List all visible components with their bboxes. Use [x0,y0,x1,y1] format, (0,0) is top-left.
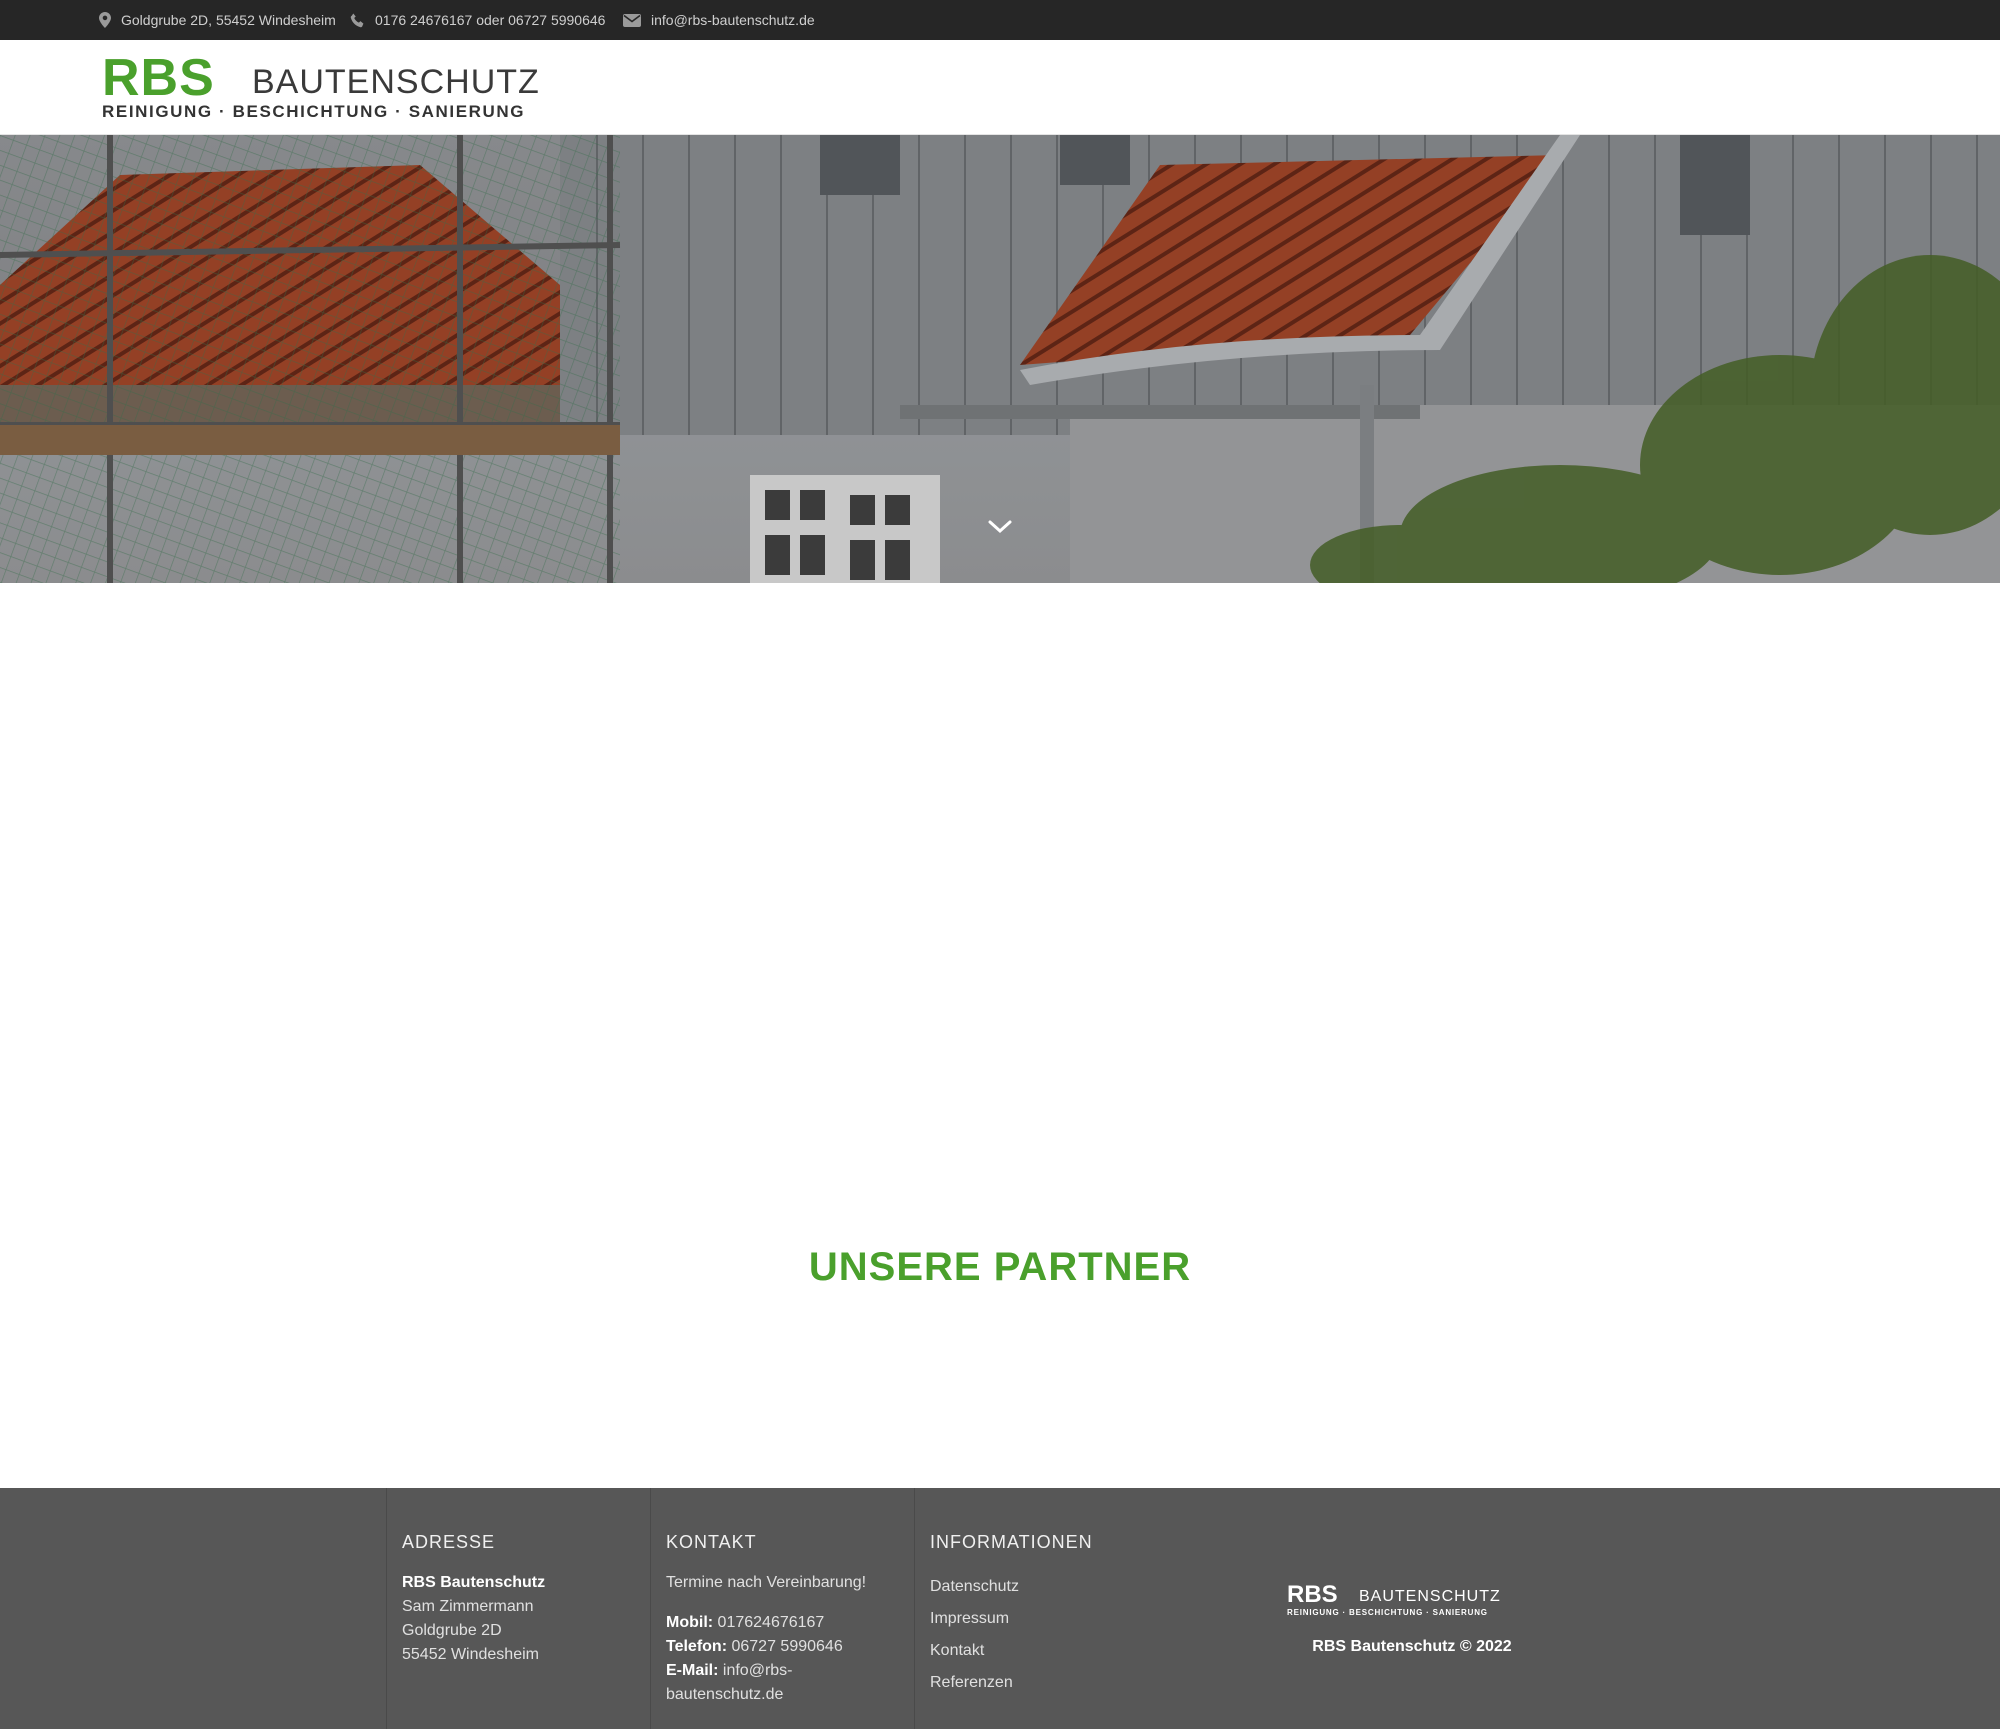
footer-logo-brand: RBS [1287,1581,1338,1608]
footer-mobile-value[interactable]: 017624676167 [718,1614,825,1631]
footer-phone-label: Telefon: [666,1638,728,1655]
footer-appointment-note: Termine nach Vereinbarung! [666,1574,867,1591]
envelope-icon [623,13,641,27]
site-footer: ADRESSE RBS Bautenschutz Sam Zimmermann … [0,1488,2000,1729]
chevron-down-icon [984,520,1016,547]
footer-logo: RBS BAUTENSCHUTZ REINIGUNG · BESCHICHTUN… [1287,1581,1537,1618]
footer-email[interactable]: E-Mail: info@rbs- [666,1659,914,1683]
logo-brand: RBS [102,49,215,107]
topbar-phone-text[interactable]: 0176 24676167 oder 06727 5990646 [375,12,605,28]
topbar-phone[interactable]: 0176 24676167 oder 06727 5990646 [350,0,605,40]
site-logo[interactable]: RBS BAUTENSCHUTZ REINIGUNG · BESCHICHTUN… [102,49,622,122]
topbar-address-text: Goldgrube 2D, 55452 Windesheim [121,12,336,28]
top-contact-bar: Goldgrube 2D, 55452 Windesheim 0176 2467… [0,0,2000,40]
footer-info-column: INFORMATIONEN Datenschutz Impressum Kont… [914,1488,1214,1729]
footer-company-name: RBS Bautenschutz [402,1574,546,1591]
footer-address-column: ADRESSE RBS Bautenschutz Sam Zimmermann … [386,1488,650,1729]
footer-logo-name: BAUTENSCHUTZ [1359,1588,1501,1605]
footer-link-kontakt[interactable]: Kontakt [930,1635,1214,1667]
footer-email-value[interactable]: info@rbs- [723,1662,793,1679]
footer-info-heading: INFORMATIONEN [930,1532,1093,1552]
footer-phone-value[interactable]: 06727 5990646 [731,1638,842,1655]
phone-icon [350,12,365,28]
footer-phone[interactable]: Telefon: 06727 5990646 [666,1635,914,1659]
logo-name: BAUTENSCHUTZ [252,63,540,101]
footer-street: Goldgrube 2D [402,1622,502,1639]
footer-logo-tagline: REINIGUNG · BESCHICHTUNG · SANIERUNG [1287,1608,1488,1617]
footer-email-value-cont[interactable]: bautenschutz.de [666,1683,914,1707]
footer-contact-column: KONTAKT Termine nach Vereinbarung! Mobil… [650,1488,914,1729]
footer-city: 55452 Windesheim [402,1646,539,1663]
scroll-down-button[interactable] [984,511,1016,543]
topbar-email[interactable]: info@rbs-bautenschutz.de [623,0,815,40]
footer-mobile[interactable]: Mobil: 017624676167 [666,1611,914,1635]
logo-tagline: REINIGUNG · BESCHICHTUNG · SANIERUNG [102,102,526,121]
footer-mobile-label: Mobil: [666,1614,714,1631]
footer-contact-heading: KONTAKT [666,1532,757,1552]
partner-section-title: UNSERE PARTNER [808,1245,1192,1289]
topbar-address: Goldgrube 2D, 55452 Windesheim [99,0,336,40]
map-marker-icon [99,12,111,28]
footer-copyright: RBS Bautenschutz © 2022 [1312,1638,1512,1655]
site-header: RBS BAUTENSCHUTZ REINIGUNG · BESCHICHTUN… [0,40,2000,135]
topbar-email-text[interactable]: info@rbs-bautenschutz.de [651,12,815,28]
footer-email-label: E-Mail: [666,1662,719,1679]
hero-banner [0,135,2000,583]
footer-address-heading: ADRESSE [402,1532,496,1552]
footer-link-referenzen[interactable]: Referenzen [930,1667,1214,1699]
footer-person: Sam Zimmermann [402,1598,534,1615]
footer-link-impressum[interactable]: Impressum [930,1603,1214,1635]
footer-link-datenschutz[interactable]: Datenschutz [930,1571,1214,1603]
